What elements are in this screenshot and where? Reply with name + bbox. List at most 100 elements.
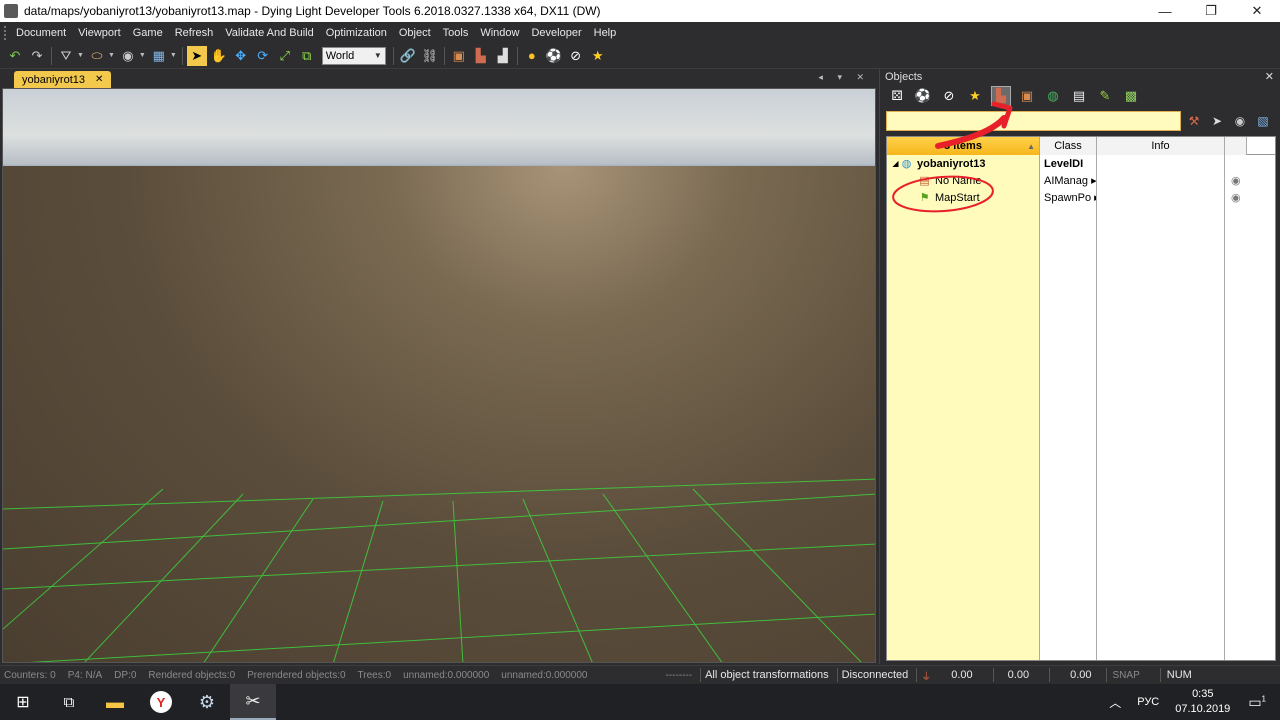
grid-view-icon[interactable]: ▦: [149, 46, 169, 66]
status-snap[interactable]: SNAP: [1107, 670, 1160, 681]
grid-objects-icon[interactable]: ⚄: [887, 86, 907, 106]
undo-icon[interactable]: ↶: [5, 46, 25, 66]
menu-window[interactable]: Window: [474, 27, 525, 39]
globe-icon: ◍: [901, 158, 912, 170]
tray-expand-icon[interactable]: ︿: [1099, 694, 1131, 711]
menu-validate-and-build[interactable]: Validate And Build: [219, 27, 319, 39]
menu-document[interactable]: Document: [10, 27, 72, 39]
sun-icon[interactable]: ●: [522, 46, 542, 66]
menu-developer[interactable]: Developer: [525, 27, 587, 39]
move-icon[interactable]: ✥: [231, 46, 251, 66]
star-icon[interactable]: ★: [965, 86, 985, 106]
eye-icon[interactable]: ◉: [1230, 111, 1250, 131]
tab-close-icon[interactable]: ✕: [95, 74, 103, 85]
link-icon[interactable]: 🔗: [398, 46, 418, 66]
compass-icon[interactable]: ⊘: [566, 46, 586, 66]
select-cursor-icon[interactable]: ➤: [186, 45, 207, 66]
name-column-bg: [887, 155, 1040, 660]
add-object-icon[interactable]: ▣: [449, 46, 469, 66]
toolbar-separator: [181, 46, 183, 65]
tree-row[interactable]: ⚑ MapStart SpawnPo ▸ ◉: [887, 189, 1275, 206]
column-class[interactable]: Class: [1040, 137, 1097, 155]
maximize-button[interactable]: ❐: [1188, 0, 1234, 22]
hand-icon[interactable]: ✋: [209, 46, 229, 66]
globe-icon[interactable]: ◍: [1043, 86, 1063, 106]
language-indicator[interactable]: РУС: [1131, 696, 1165, 708]
ai-manager-icon: ▤: [919, 175, 930, 187]
yandex-browser-icon[interactable]: Y: [138, 684, 184, 720]
compass-icon[interactable]: ⊘: [939, 86, 959, 106]
grid-dropdown-icon[interactable]: ▼: [170, 52, 177, 59]
status-transform-mode: All object transformations: [705, 669, 829, 681]
status-unnamed: unnamed:0.000000: [501, 669, 588, 681]
collapse-triangle-icon[interactable]: ◢: [892, 157, 899, 170]
redo-icon[interactable]: ↷: [27, 46, 47, 66]
view-eye-icon[interactable]: ◉: [118, 46, 138, 66]
eye-icon[interactable]: ◉: [1231, 174, 1241, 187]
menu-optimization[interactable]: Optimization: [320, 27, 393, 39]
menu-tools[interactable]: Tools: [437, 27, 475, 39]
status-p4: P4: N/A: [67, 669, 103, 681]
menu-grip[interactable]: [4, 25, 8, 40]
ellipse-icon[interactable]: ⬭: [87, 46, 107, 66]
windows-start-icon[interactable]: ⊞: [0, 684, 46, 720]
object-tree[interactable]: 3 items ▲ Class Info ◢ ◍ yobaniyrot13 Le…: [886, 136, 1276, 661]
minimize-button[interactable]: —: [1142, 0, 1188, 22]
task-view-icon[interactable]: ⧉: [46, 684, 92, 720]
rotate-icon[interactable]: ⟳: [253, 46, 273, 66]
tab-yobaniyrot13[interactable]: yobaniyrot13 ✕: [14, 71, 112, 88]
scale-icon[interactable]: ⤢: [275, 46, 295, 66]
objects-panel-header: Objects ✕: [880, 69, 1280, 84]
eye-icon[interactable]: ◉: [1231, 191, 1241, 204]
status-x: 0.00: [951, 669, 973, 681]
close-button[interactable]: ✕: [1234, 0, 1280, 22]
brick-icon[interactable]: ▙: [991, 86, 1011, 106]
soccer-ball-icon[interactable]: ⚽: [913, 86, 933, 106]
menu-help[interactable]: Help: [588, 27, 623, 39]
menu-object[interactable]: Object: [393, 27, 437, 39]
eye-dropdown-icon[interactable]: ▼: [139, 52, 146, 59]
lock-icon[interactable]: ⏚: [917, 668, 939, 683]
tab-label: yobaniyrot13: [22, 73, 85, 86]
coordinate-space-select[interactable]: World ▼: [321, 46, 386, 65]
objects-panel-close-icon[interactable]: ✕: [1265, 70, 1274, 83]
cursor-icon[interactable]: ➤: [1207, 111, 1227, 131]
status-prerendered: Prerendered objects:0: [247, 669, 346, 681]
column-info[interactable]: Info: [1097, 137, 1225, 155]
unlink-icon[interactable]: ⛓: [420, 46, 440, 66]
menu-refresh[interactable]: Refresh: [169, 27, 220, 39]
object-search-input[interactable]: [886, 111, 1181, 131]
tree-row[interactable]: ▤ No Name AIManag ▸ ◉: [887, 172, 1275, 189]
hammer-icon[interactable]: ⚒: [1184, 111, 1204, 131]
menu-viewport[interactable]: Viewport: [72, 27, 127, 39]
transform-icon[interactable]: ⧉: [297, 46, 317, 66]
add-layer-icon[interactable]: ▣: [1017, 86, 1037, 106]
stamp-icon[interactable]: ▟: [493, 46, 513, 66]
star-icon[interactable]: ★: [588, 46, 608, 66]
brush-icon[interactable]: ✎: [1095, 86, 1115, 106]
filter-icon[interactable]: ⛛: [56, 46, 76, 66]
devtools-app-icon[interactable]: ✂: [230, 684, 276, 720]
brick-icon[interactable]: ▙: [471, 46, 491, 66]
ellipse-dropdown-icon[interactable]: ▼: [108, 52, 115, 59]
soccer-ball-icon[interactable]: ⚽: [544, 46, 564, 66]
3d-viewport[interactable]: [2, 88, 876, 663]
flag-icon: ⚑: [919, 192, 930, 204]
chevron-down-icon: ▼: [373, 51, 382, 60]
column-name[interactable]: 3 items ▲: [887, 137, 1040, 155]
tab-controls[interactable]: ◂ ▾ ✕: [818, 72, 870, 83]
column-visibility[interactable]: [1225, 137, 1247, 155]
clock[interactable]: 0:35 07.10.2019: [1165, 687, 1240, 717]
document-icon[interactable]: ▤: [1069, 86, 1089, 106]
tree-row[interactable]: ◢ ◍ yobaniyrot13 LevelDI: [887, 155, 1275, 172]
file-explorer-icon[interactable]: ▬: [92, 684, 138, 720]
toolbar-separator: [51, 46, 52, 65]
filter-dropdown-icon[interactable]: ▼: [77, 52, 84, 59]
menu-game[interactable]: Game: [127, 27, 169, 39]
text-filter-icon[interactable]: ▧: [1253, 111, 1273, 131]
steam-icon[interactable]: ⚙: [184, 684, 230, 720]
sort-up-icon: ▲: [1027, 141, 1035, 151]
notification-icon[interactable]: ▭1: [1240, 694, 1280, 711]
texture-icon[interactable]: ▩: [1121, 86, 1141, 106]
tree-header: 3 items ▲ Class Info: [887, 137, 1275, 155]
